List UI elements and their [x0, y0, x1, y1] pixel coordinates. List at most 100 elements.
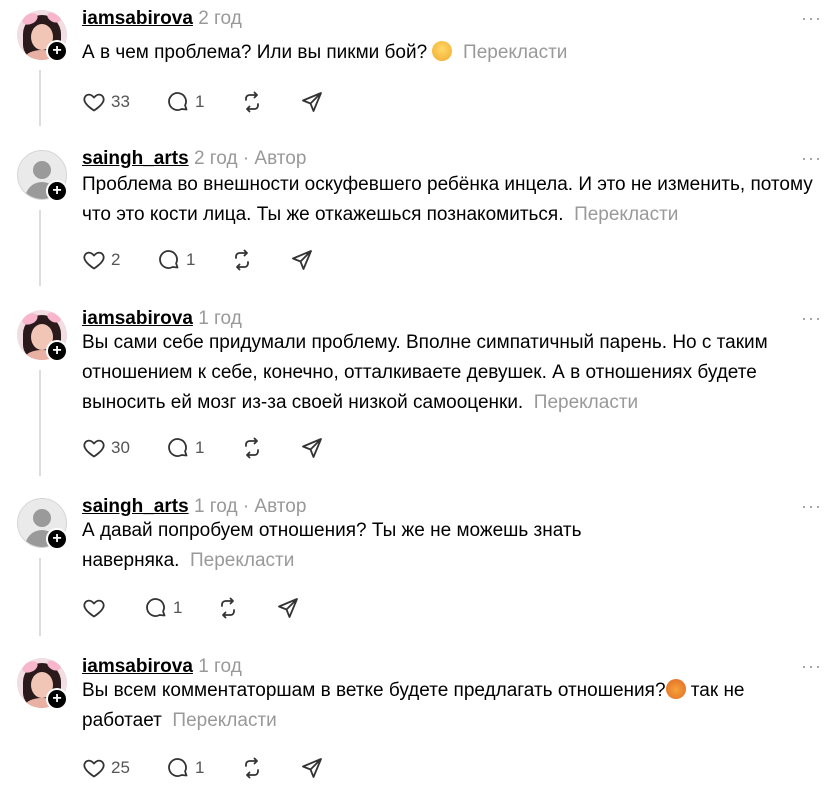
thread-line — [39, 70, 41, 126]
more-options-icon[interactable]: ··· — [801, 496, 822, 517]
share-button[interactable] — [290, 246, 314, 274]
post-text-body: Вы сами себе придумали проблему. Вполне … — [82, 332, 768, 413]
share-button[interactable] — [300, 754, 324, 782]
heart-icon — [83, 93, 105, 112]
comment-post: + saingh_arts 2 год · Автор ··· Проблема… — [0, 140, 832, 288]
repost-button[interactable] — [240, 434, 264, 462]
repost-icon — [221, 597, 235, 619]
heart-icon — [83, 759, 105, 778]
follow-plus-icon[interactable]: + — [46, 688, 68, 710]
like-button[interactable]: 30 — [82, 434, 130, 462]
like-count: 30 — [111, 438, 130, 457]
send-icon — [302, 438, 322, 458]
hugging-face-emoji — [432, 41, 453, 61]
reply-button[interactable]: 1 — [144, 594, 182, 622]
like-count: 2 — [111, 250, 121, 269]
timestamp: 1 год — [198, 308, 242, 329]
like-button[interactable] — [82, 594, 106, 622]
like-button[interactable]: 25 — [82, 754, 130, 782]
follow-plus-icon[interactable]: + — [46, 528, 68, 550]
username-link[interactable]: saingh_arts — [82, 148, 189, 169]
send-icon — [278, 598, 298, 618]
comment-icon — [168, 758, 188, 777]
comment-post: + iamsabirova 2 год ··· А в чем проблема… — [0, 0, 832, 136]
share-button[interactable] — [276, 594, 300, 622]
send-icon — [302, 758, 322, 778]
translate-link[interactable]: Перекласти — [463, 42, 567, 63]
avatar[interactable]: + — [17, 658, 68, 710]
like-count: 25 — [111, 758, 130, 777]
more-options-icon[interactable]: ··· — [801, 656, 822, 677]
repost-button[interactable] — [240, 88, 264, 116]
timestamp: 2 год — [198, 8, 242, 29]
repost-button[interactable] — [216, 594, 240, 622]
timestamp: 1 год — [198, 656, 242, 677]
avatar[interactable]: + — [17, 498, 68, 550]
reply-button[interactable]: 1 — [166, 434, 204, 462]
comment-icon — [168, 438, 188, 457]
username-link[interactable]: iamsabirova — [82, 656, 193, 677]
repost-icon — [245, 91, 259, 113]
username-link[interactable]: iamsabirova — [82, 308, 193, 329]
reply-count: 1 — [195, 758, 205, 777]
translate-link[interactable]: Перекласти — [190, 550, 294, 571]
post-text: А давай попробуем отношения? Ты же не мо… — [82, 516, 642, 576]
repost-icon — [245, 757, 259, 779]
reply-button[interactable]: 1 — [157, 246, 195, 274]
share-button[interactable] — [300, 88, 324, 116]
like-count: 33 — [111, 92, 130, 111]
comment-post: + saingh_arts 1 год · Автор ··· А давай … — [0, 488, 832, 638]
author-badge: · Автор — [242, 148, 307, 169]
follow-plus-icon[interactable]: + — [46, 40, 68, 62]
translate-link[interactable]: Перекласти — [574, 204, 678, 225]
repost-icon — [235, 249, 249, 271]
more-options-icon[interactable]: ··· — [801, 148, 822, 169]
more-options-icon[interactable]: ··· — [801, 308, 822, 329]
post-header: saingh_arts 2 год · Автор — [82, 148, 306, 170]
translate-link[interactable]: Перекласти — [534, 392, 638, 413]
reply-count: 1 — [173, 598, 183, 617]
reply-count: 1 — [186, 250, 196, 269]
repost-button[interactable] — [230, 246, 254, 274]
username-link[interactable]: iamsabirova — [82, 8, 193, 29]
comment-icon — [168, 92, 188, 111]
post-header: saingh_arts 1 год · Автор — [82, 496, 306, 518]
avatar[interactable]: + — [17, 10, 68, 62]
heart-icon — [83, 599, 105, 618]
share-button[interactable] — [300, 434, 324, 462]
post-text-body: А в чем проблема? Или вы пикми бой? — [82, 42, 428, 63]
post-header: iamsabirova 1 год — [82, 308, 242, 330]
like-button[interactable]: 2 — [82, 246, 120, 274]
heart-icon — [83, 439, 105, 458]
avatar[interactable]: + — [17, 150, 68, 202]
follow-plus-icon[interactable]: + — [46, 340, 68, 362]
post-text-body: Вы всем комментаторшам в ветке будете пр… — [82, 680, 666, 701]
post-text: Проблема во внешности оскуфевшего ребёнк… — [82, 170, 822, 230]
post-header: iamsabirova 1 год — [82, 656, 242, 678]
more-options-icon[interactable]: ··· — [801, 8, 822, 29]
reply-count: 1 — [195, 92, 205, 111]
comment-icon — [159, 250, 179, 269]
reply-button[interactable]: 1 — [166, 754, 204, 782]
heart-icon — [83, 251, 105, 270]
post-text-body: Проблема во внешности оскуфевшего ребёнк… — [82, 174, 813, 225]
follow-plus-icon[interactable]: + — [46, 180, 68, 202]
reply-count: 1 — [195, 438, 205, 457]
post-header: iamsabirova 2 год — [82, 8, 242, 30]
send-icon — [302, 92, 322, 112]
author-badge: · Автор — [242, 496, 307, 517]
send-icon — [292, 250, 312, 270]
repost-icon — [245, 437, 259, 459]
crying-cat-emoji — [665, 679, 686, 699]
post-text: Вы всем комментаторшам в ветке будете пр… — [82, 676, 822, 736]
repost-button[interactable] — [240, 754, 264, 782]
post-text-body: А давай попробуем отношения? Ты же не мо… — [82, 520, 582, 571]
like-button[interactable]: 33 — [82, 88, 130, 116]
translate-link[interactable]: Перекласти — [172, 710, 276, 731]
comment-post: + iamsabirova 1 год ··· Вы всем коммента… — [0, 648, 832, 796]
avatar[interactable]: + — [17, 310, 68, 362]
reply-button[interactable]: 1 — [166, 88, 204, 116]
username-link[interactable]: saingh_arts — [82, 496, 189, 517]
timestamp: 2 год — [193, 148, 238, 169]
timestamp: 1 год — [193, 496, 238, 517]
